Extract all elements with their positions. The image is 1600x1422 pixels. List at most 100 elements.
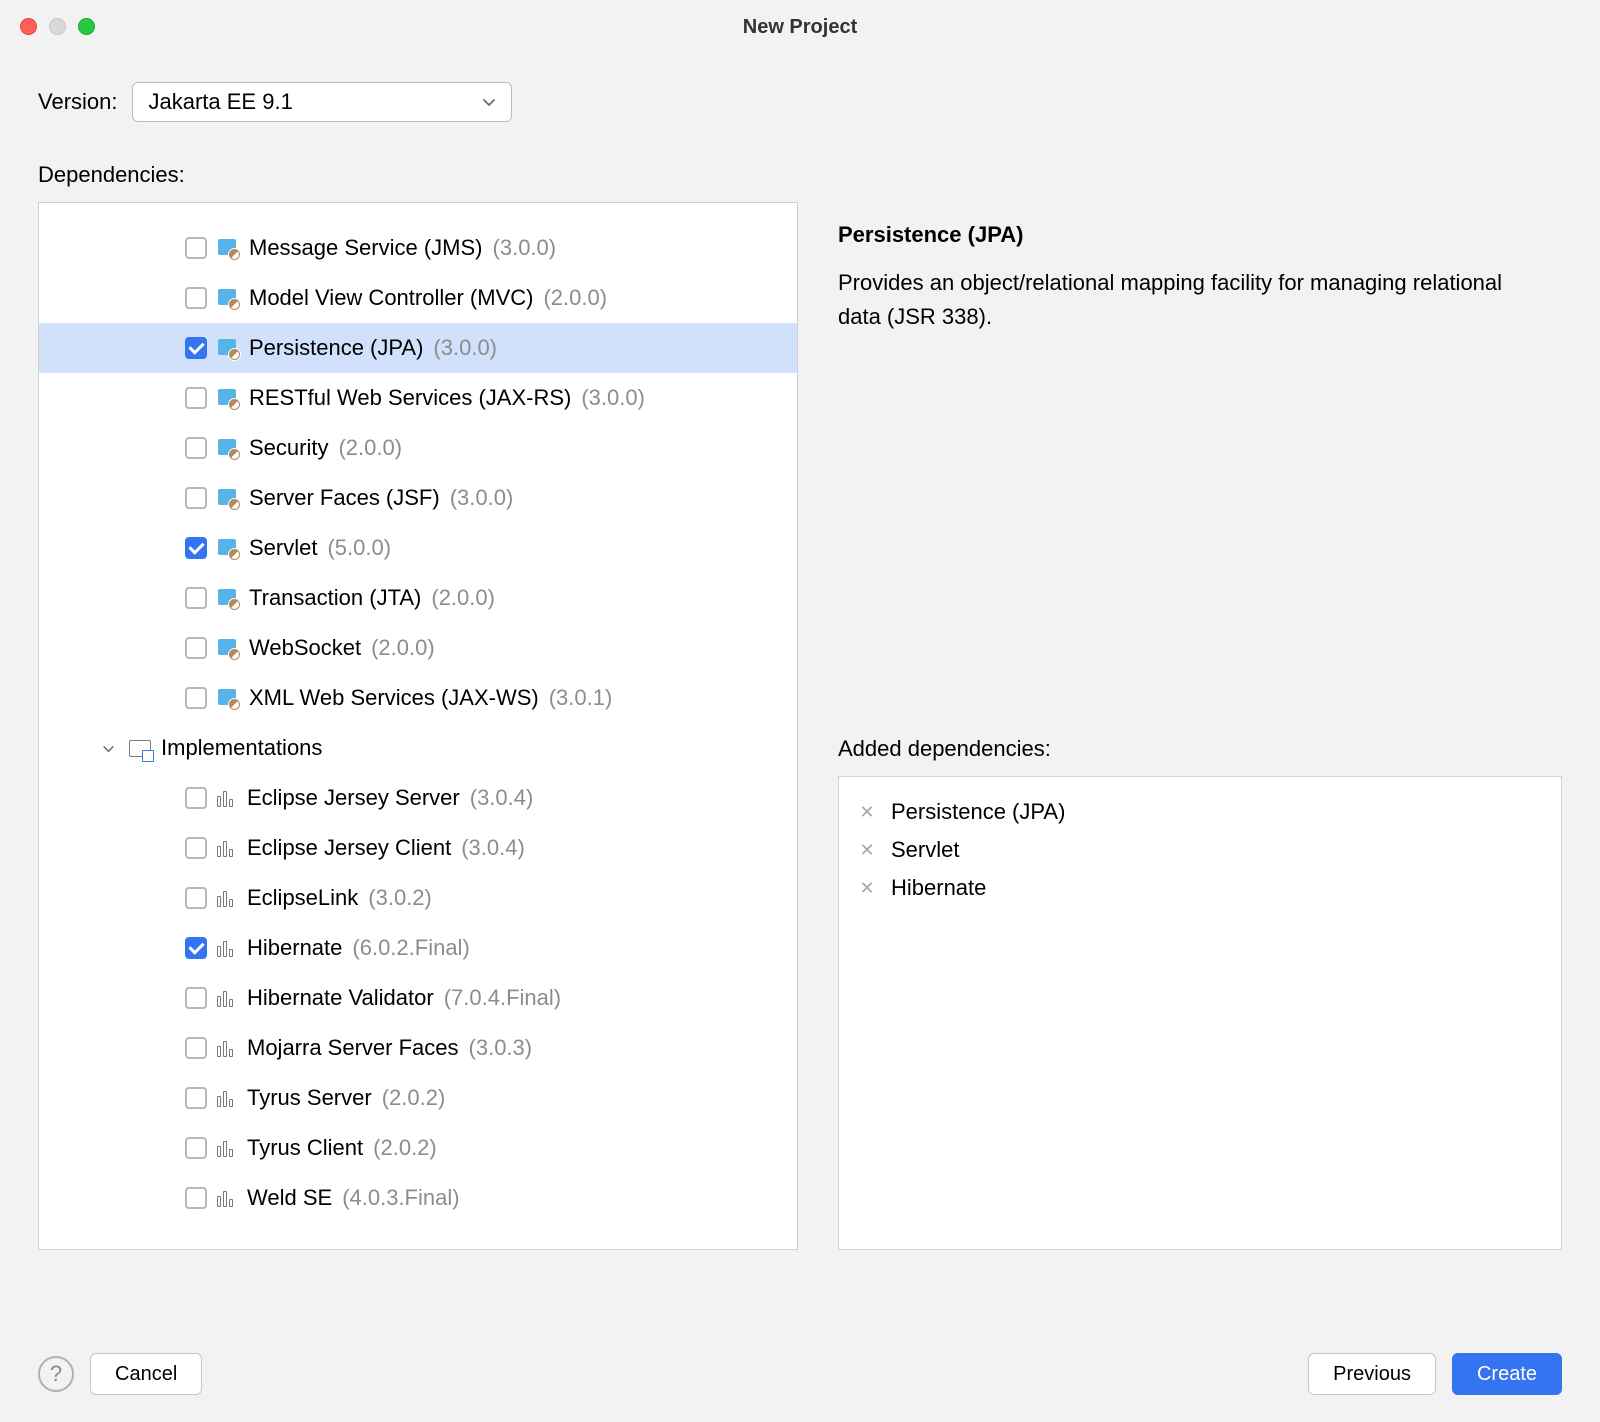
impl-item[interactable]: EclipseLink (3.0.2): [39, 873, 797, 923]
checkbox[interactable]: [185, 937, 207, 959]
impl-version: (3.0.2): [368, 885, 432, 911]
help-button[interactable]: ?: [38, 1356, 74, 1392]
impl-name: Hibernate Validator: [247, 985, 434, 1011]
impl-version: (3.0.4): [470, 785, 534, 811]
checkbox[interactable]: [185, 587, 207, 609]
version-row: Version: Jakarta EE 9.1: [38, 82, 1562, 122]
spec-name: Server Faces (JSF): [249, 485, 440, 511]
checkbox[interactable]: [185, 837, 207, 859]
checkbox[interactable]: [185, 787, 207, 809]
impl-item[interactable]: Eclipse Jersey Server (3.0.4): [39, 773, 797, 823]
checkbox[interactable]: [185, 237, 207, 259]
impl-item[interactable]: Eclipse Jersey Client (3.0.4): [39, 823, 797, 873]
titlebar: New Project: [0, 0, 1600, 52]
spec-version: (3.0.0): [581, 385, 645, 411]
library-icon: [217, 637, 239, 659]
library-icon: [217, 387, 239, 409]
impl-version: (3.0.4): [461, 835, 525, 861]
impl-name: Tyrus Client: [247, 1135, 363, 1161]
dependencies-tree[interactable]: Message Service (JMS) (3.0.0)Model View …: [38, 202, 798, 1250]
spec-item[interactable]: XML Web Services (JAX-WS) (3.0.1): [39, 673, 797, 723]
spec-version: (2.0.0): [371, 635, 435, 661]
spec-item[interactable]: WebSocket (2.0.0): [39, 623, 797, 673]
detail-title: Persistence (JPA): [838, 222, 1562, 248]
implementation-icon: [217, 1139, 237, 1157]
version-select[interactable]: Jakarta EE 9.1: [132, 82, 512, 122]
added-dependency-name: Persistence (JPA): [891, 799, 1065, 825]
impl-version: (2.0.2): [373, 1135, 437, 1161]
checkbox[interactable]: [185, 337, 207, 359]
spec-version: (2.0.0): [338, 435, 402, 461]
remove-icon[interactable]: ✕: [859, 840, 875, 861]
library-icon: [217, 587, 239, 609]
impl-item[interactable]: Weld SE (4.0.3.Final): [39, 1173, 797, 1223]
impl-item[interactable]: Tyrus Client (2.0.2): [39, 1123, 797, 1173]
checkbox[interactable]: [185, 687, 207, 709]
spec-item[interactable]: Security (2.0.0): [39, 423, 797, 473]
checkbox[interactable]: [185, 537, 207, 559]
added-dependencies-label: Added dependencies:: [838, 736, 1562, 762]
spec-version: (3.0.0): [493, 235, 557, 261]
checkbox[interactable]: [185, 1087, 207, 1109]
checkbox[interactable]: [185, 987, 207, 1009]
window-title: New Project: [0, 16, 1600, 39]
checkbox[interactable]: [185, 387, 207, 409]
remove-icon[interactable]: ✕: [859, 802, 875, 823]
implementation-icon: [217, 1189, 237, 1207]
library-icon: [217, 237, 239, 259]
previous-button[interactable]: Previous: [1308, 1353, 1436, 1395]
impl-item[interactable]: Tyrus Server (2.0.2): [39, 1073, 797, 1123]
spec-item[interactable]: Message Service (JMS) (3.0.0): [39, 223, 797, 273]
checkbox[interactable]: [185, 887, 207, 909]
impl-version: (3.0.3): [469, 1035, 533, 1061]
implementation-icon: [217, 989, 237, 1007]
spec-item[interactable]: RESTful Web Services (JAX-RS) (3.0.0): [39, 373, 797, 423]
added-dependencies-list: ✕Persistence (JPA)✕Servlet✕Hibernate: [838, 776, 1562, 1250]
dialog-footer: ? Cancel Previous Create: [0, 1326, 1600, 1422]
impl-name: Eclipse Jersey Client: [247, 835, 451, 861]
spec-item[interactable]: Servlet (5.0.0): [39, 523, 797, 573]
checkbox[interactable]: [185, 1037, 207, 1059]
impl-item[interactable]: Hibernate Validator (7.0.4.Final): [39, 973, 797, 1023]
version-label: Version:: [38, 89, 118, 115]
spec-name: Model View Controller (MVC): [249, 285, 533, 311]
checkbox[interactable]: [185, 437, 207, 459]
detail-panel: Persistence (JPA) Provides an object/rel…: [838, 202, 1562, 1250]
cancel-button[interactable]: Cancel: [90, 1353, 202, 1395]
checkbox[interactable]: [185, 287, 207, 309]
detail-description: Provides an object/relational mapping fa…: [838, 266, 1538, 334]
impl-item[interactable]: Hibernate (6.0.2.Final): [39, 923, 797, 973]
checkbox[interactable]: [185, 1187, 207, 1209]
spec-item[interactable]: Model View Controller (MVC) (2.0.0): [39, 273, 797, 323]
checkbox[interactable]: [185, 487, 207, 509]
implementation-icon: [217, 889, 237, 907]
remove-icon[interactable]: ✕: [859, 878, 875, 899]
impl-version: (4.0.3.Final): [342, 1185, 459, 1211]
chevron-down-icon: [103, 741, 117, 756]
added-dependency-item: ✕Servlet: [859, 831, 1541, 869]
spec-name: Message Service (JMS): [249, 235, 483, 261]
library-icon: [217, 437, 239, 459]
panels: Message Service (JMS) (3.0.0)Model View …: [38, 202, 1562, 1250]
checkbox[interactable]: [185, 637, 207, 659]
implementation-icon: [217, 939, 237, 957]
spec-item[interactable]: Server Faces (JSF) (3.0.0): [39, 473, 797, 523]
checkbox[interactable]: [185, 1137, 207, 1159]
spec-name: XML Web Services (JAX-WS): [249, 685, 539, 711]
impl-name: Mojarra Server Faces: [247, 1035, 459, 1061]
tree-group-implementations[interactable]: Implementations: [39, 723, 797, 773]
library-icon: [217, 687, 239, 709]
impl-name: EclipseLink: [247, 885, 358, 911]
impl-name: Hibernate: [247, 935, 342, 961]
spec-item[interactable]: Persistence (JPA) (3.0.0): [39, 323, 797, 373]
spec-version: (3.0.1): [549, 685, 613, 711]
spec-version: (2.0.0): [543, 285, 607, 311]
new-project-dialog: New Project Version: Jakarta EE 9.1 Depe…: [0, 0, 1600, 1422]
spec-name: Transaction (JTA): [249, 585, 421, 611]
create-button[interactable]: Create: [1452, 1353, 1562, 1395]
spec-item[interactable]: Transaction (JTA) (2.0.0): [39, 573, 797, 623]
impl-item[interactable]: Mojarra Server Faces (3.0.3): [39, 1023, 797, 1073]
library-icon: [217, 537, 239, 559]
spec-name: RESTful Web Services (JAX-RS): [249, 385, 571, 411]
implementation-icon: [217, 1089, 237, 1107]
